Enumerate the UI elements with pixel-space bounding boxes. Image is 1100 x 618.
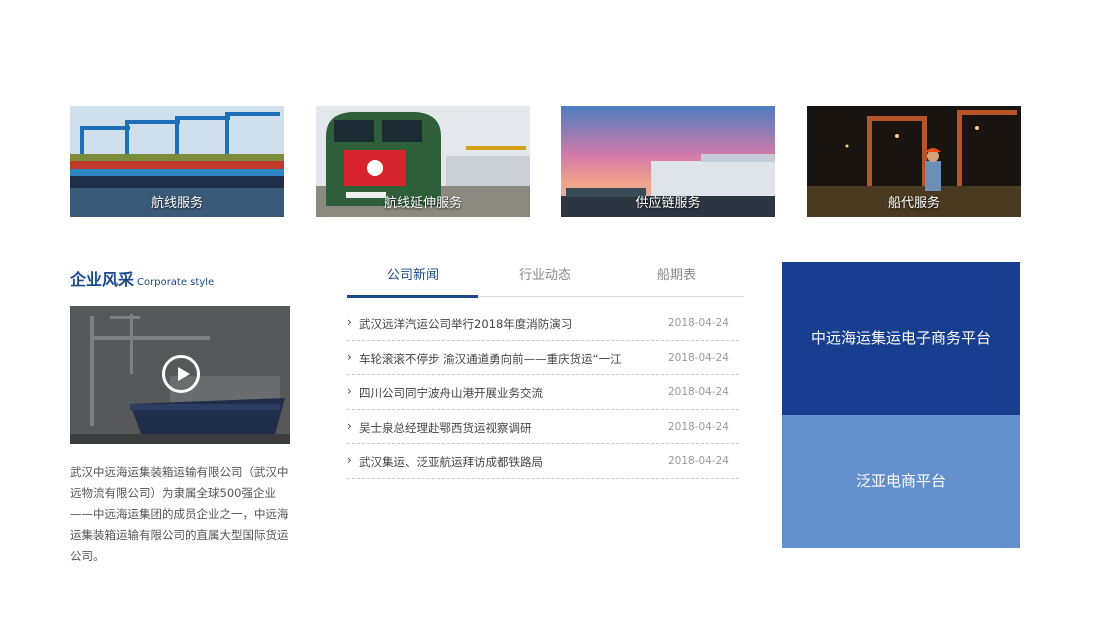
chevron-right-icon: › xyxy=(347,453,352,467)
news-date: 2018-04-24 xyxy=(667,317,729,329)
pan-asia-platform-button[interactable]: 泛亚电商平台 xyxy=(782,415,1020,548)
news-title[interactable]: 车轮滚滚不停步 渝汉通道勇向前——重庆货运“一江 xyxy=(359,351,627,367)
news-item[interactable]: › 武汉远洋汽运公司举行2018年度消防演习 2018-04-24 xyxy=(347,306,739,341)
service-label: 航线服务 xyxy=(150,196,203,211)
tab-industry-news[interactable]: 行业动态 xyxy=(519,264,571,283)
corporate-description: 武汉中远海运集装箱运输有限公司（武汉中远物流有限公司）为隶属全球500强企业——… xyxy=(70,465,289,563)
chevron-right-icon: › xyxy=(347,315,352,329)
news-date: 2018-04-24 xyxy=(667,455,729,467)
news-item[interactable]: › 武汉集运、泛亚航运拜访成都铁路局 2018-04-24 xyxy=(347,444,739,479)
chevron-right-icon: › xyxy=(347,384,352,398)
service-card-route-extension[interactable]: 航线延伸服务 xyxy=(316,106,530,217)
corporate-heading: 企业风采 Corporate style xyxy=(70,266,292,292)
active-tab-indicator xyxy=(347,295,478,298)
news-list: › 武汉远洋汽运公司举行2018年度消防演习 2018-04-24 › 车轮滚滚… xyxy=(347,306,739,479)
service-card-supply-chain[interactable]: 供应链服务 xyxy=(561,106,775,217)
corporate-style-section: 企业风采 Corporate style 武汉中远海运集装箱运输有限公司（武汉中远… xyxy=(70,266,292,563)
play-icon[interactable] xyxy=(162,355,200,393)
service-label: 航线延伸服务 xyxy=(383,196,462,211)
news-title[interactable]: 武汉远洋汽运公司举行2018年度消防演习 xyxy=(359,316,627,332)
news-tabs: 公司新闻 行业动态 船期表 xyxy=(347,258,744,298)
news-item[interactable]: › 车轮滚滚不停步 渝汉通道勇向前——重庆货运“一江 2018-04-24 xyxy=(347,341,739,375)
service-card-shipping-agency[interactable]: 船代服务 xyxy=(807,106,1021,217)
news-item[interactable]: › 四川公司同宁波舟山港开展业务交流 2018-04-24 xyxy=(347,375,739,410)
service-label: 船代服务 xyxy=(887,196,940,211)
news-date: 2018-04-24 xyxy=(667,351,729,364)
chevron-right-icon: › xyxy=(347,418,352,433)
news-section: 公司新闻 行业动态 船期表 › 武汉远洋汽运公司举行2018年度消防演习 201… xyxy=(347,258,744,479)
news-date: 2018-04-24 xyxy=(667,420,729,433)
service-cards: 航线服务 航线延伸服务 供应链服务 船代服务 xyxy=(70,106,1021,217)
corporate-title: 企业风采 xyxy=(70,270,135,289)
corporate-video[interactable] xyxy=(70,306,290,444)
tab-company-news[interactable]: 公司新闻 xyxy=(387,264,439,283)
news-date: 2018-04-24 xyxy=(667,386,729,398)
service-card-shipping-routes[interactable]: 航线服务 xyxy=(70,106,284,217)
news-title[interactable]: 武汉集运、泛亚航运拜访成都铁路局 xyxy=(359,454,627,470)
news-item[interactable]: › 吴士泉总经理赴鄂西货运视察调研 2018-04-24 xyxy=(347,410,739,444)
ecommerce-platform-button[interactable]: 中远海运集运电子商务平台 xyxy=(782,262,1020,415)
corporate-subtitle: Corporate style xyxy=(137,277,215,288)
news-title[interactable]: 四川公司同宁波舟山港开展业务交流 xyxy=(359,385,627,401)
service-label: 供应链服务 xyxy=(635,196,701,211)
tab-sailing-schedule[interactable]: 船期表 xyxy=(657,264,696,283)
chevron-right-icon: › xyxy=(347,349,352,364)
news-title[interactable]: 吴士泉总经理赴鄂西货运视察调研 xyxy=(359,420,627,436)
